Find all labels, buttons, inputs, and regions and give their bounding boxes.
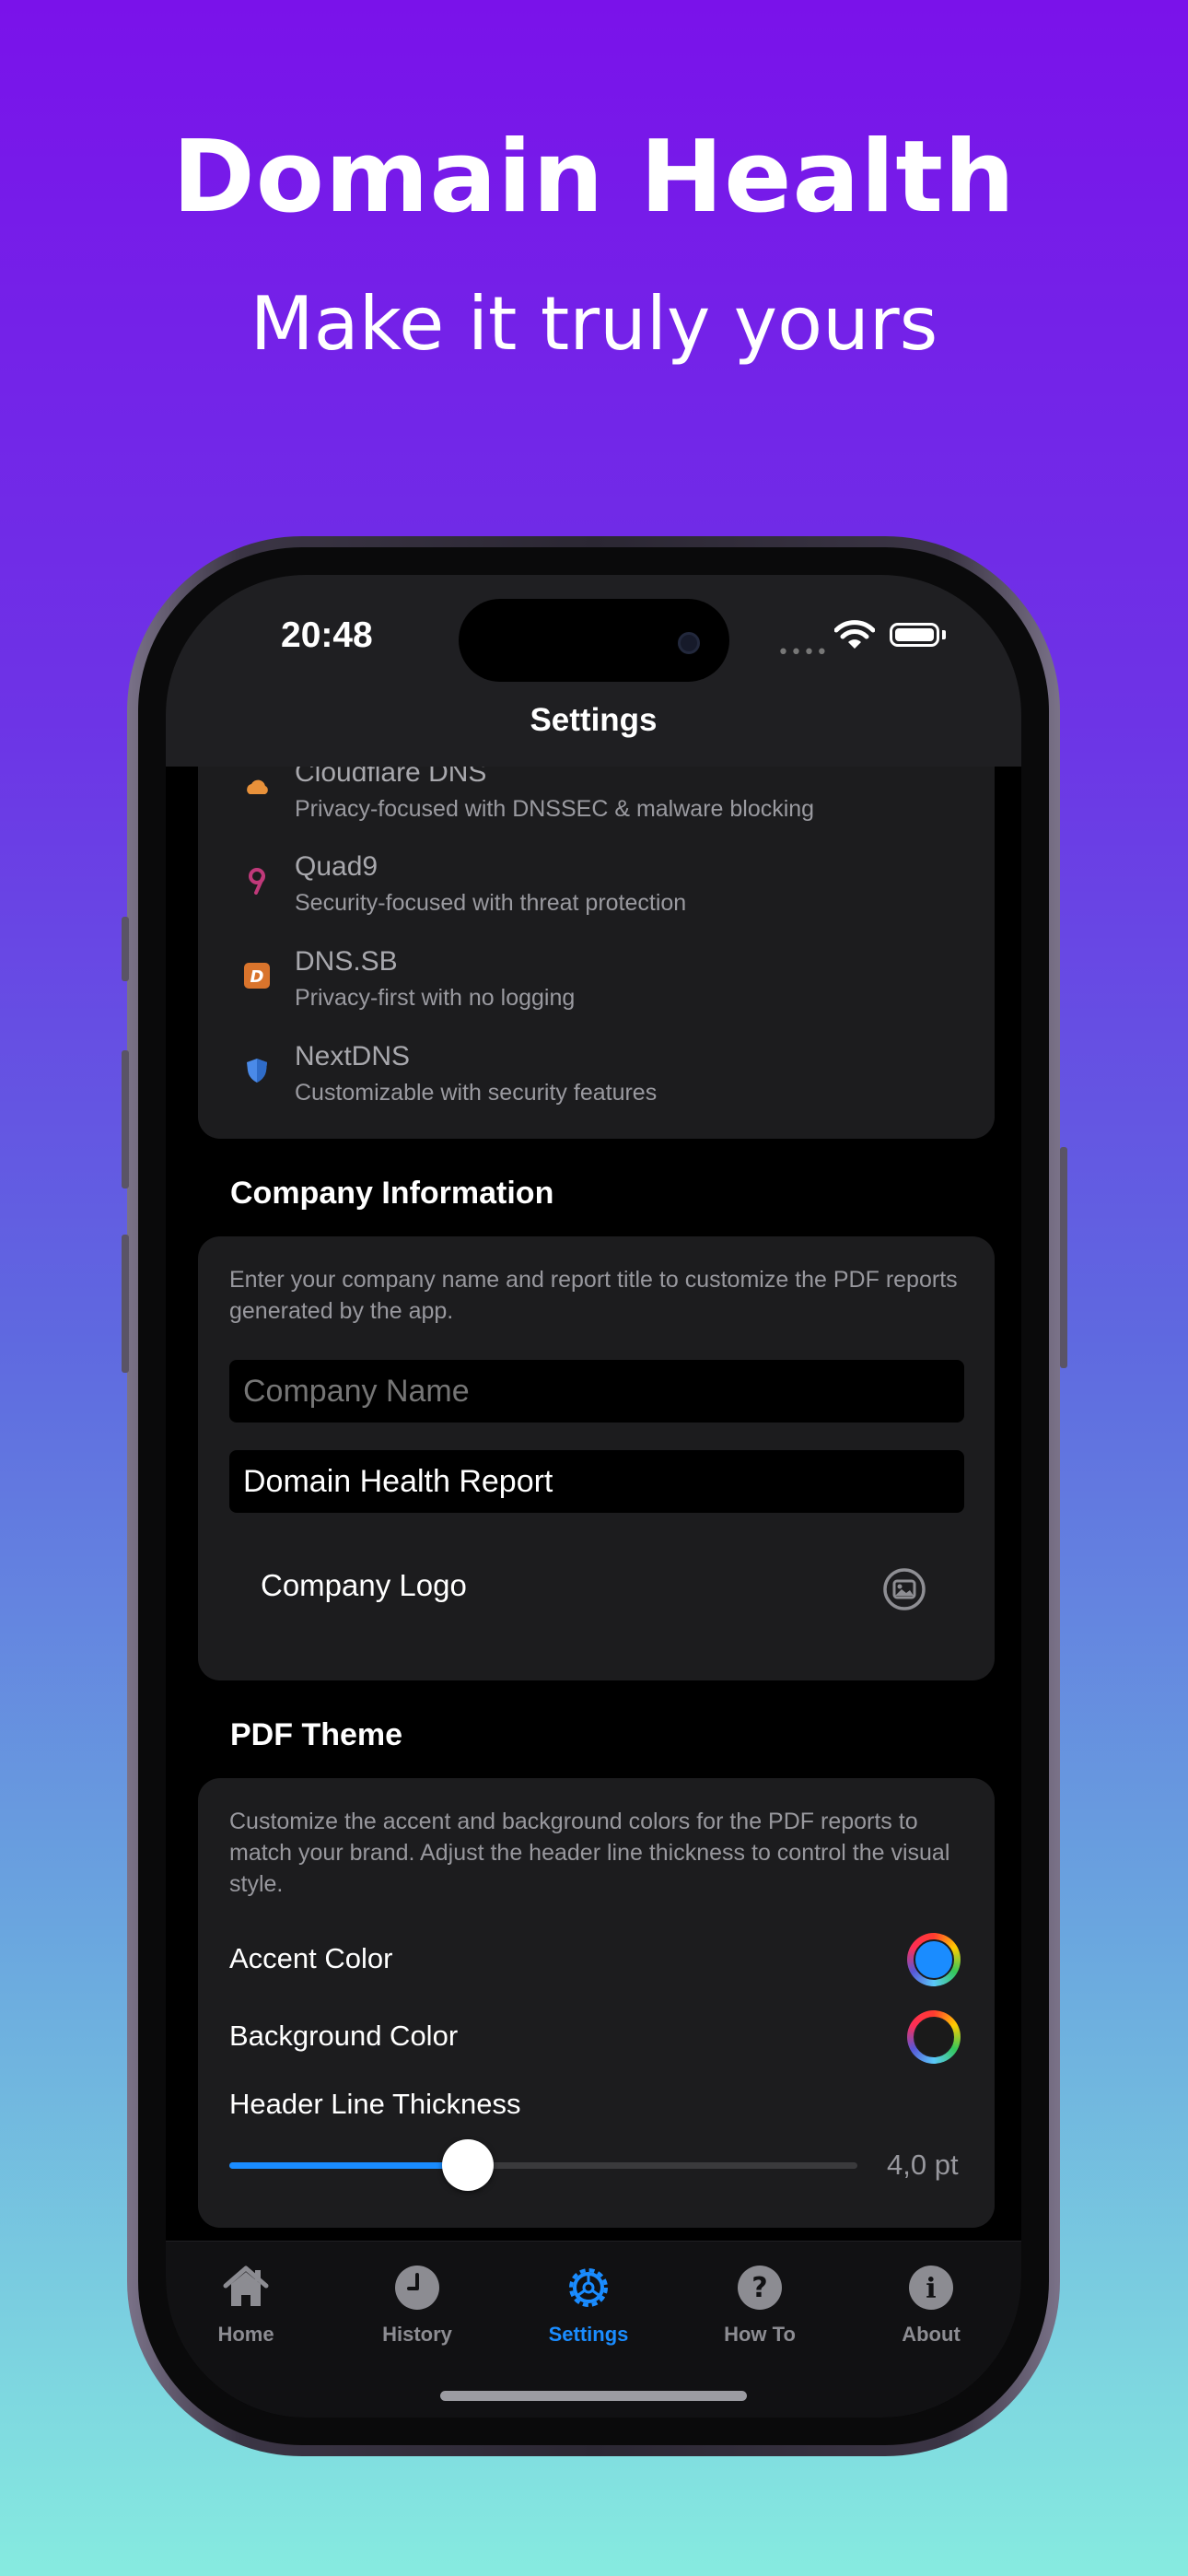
tab-how-to[interactable]: ? How To [691, 2262, 829, 2347]
tab-settings[interactable]: Settings [519, 2262, 658, 2347]
side-button-volume-down [122, 1235, 129, 1373]
status-time: 20:48 [281, 615, 373, 655]
cellular-signal-icon: •••• [777, 641, 829, 664]
dns-provider-name: Quad9 [295, 851, 379, 882]
dns-provider-description: Security-focused with threat protection [295, 890, 687, 916]
promo-subtitle: Make it truly yours [250, 281, 938, 367]
dns-provider-name: NextDNS [295, 1041, 411, 1071]
tab-how-to-label: How To [724, 2323, 796, 2346]
dns-provider-row[interactable]: NextDNS Customizable with security featu… [198, 1041, 995, 1133]
dns-provider-name: DNS.SB [295, 946, 398, 977]
pdf-theme-description: Customize the accent and background colo… [229, 1809, 950, 1897]
dns-provider-description: Customizable with security features [295, 1080, 658, 1106]
info-icon: i [909, 2266, 953, 2310]
home-indicator[interactable] [440, 2391, 747, 2401]
house-icon [223, 2266, 269, 2306]
thickness-slider[interactable] [229, 2139, 857, 2191]
nav-title: Settings [530, 702, 658, 738]
gear-icon [569, 2268, 608, 2307]
background-color-well[interactable] [907, 2010, 961, 2064]
pdf-theme-section-header: PDF Theme [230, 1717, 403, 1752]
accent-color-well[interactable] [907, 1933, 961, 1986]
company-card: Enter your company name and report title… [198, 1236, 995, 1680]
wifi-icon [834, 620, 875, 649]
dns-provider-description: Privacy-focused with DNSSEC & malware bl… [295, 796, 815, 822]
report-title-field[interactable]: Domain Health Report [229, 1450, 964, 1513]
slider-thumb[interactable] [442, 2139, 495, 2191]
tab-home[interactable]: Home [177, 2262, 315, 2347]
side-button-volume-up [122, 1050, 129, 1188]
side-button-mute [122, 917, 129, 981]
question-icon: ? [738, 2266, 782, 2310]
background-color-label: Background Color [229, 2020, 459, 2052]
cloud-icon [244, 774, 270, 800]
tab-bar: Home History Settings ? How To i About [166, 2241, 1021, 2418]
shield-icon [244, 1058, 270, 1083]
tab-about-label: About [902, 2323, 961, 2346]
battery-nub [942, 630, 946, 639]
dns-provider-card: Cloudflare DNS Privacy-focused with DNSS… [198, 722, 995, 1139]
dynamic-island [459, 599, 729, 682]
accent-color-swatch [914, 1939, 954, 1980]
svg-text:i: i [926, 2273, 936, 2305]
tab-home-label: Home [217, 2323, 274, 2346]
company-name-field[interactable] [229, 1360, 964, 1423]
photo-icon[interactable] [881, 1566, 927, 1612]
header-line-thickness-label: Header Line Thickness [229, 2088, 521, 2120]
dns-provider-row[interactable]: Cloudflare DNS Privacy-focused with DNSS… [198, 757, 995, 849]
quad9-icon [244, 868, 270, 895]
company-section-header: Company Information [230, 1176, 554, 1211]
company-logo-row[interactable]: Company Logo [198, 1531, 995, 1642]
tab-settings-label: Settings [548, 2323, 629, 2346]
dns-provider-row[interactable]: D DNS.SB Privacy-first with no logging [198, 946, 995, 1038]
background-color-swatch [914, 2017, 954, 2057]
accent-color-label: Accent Color [229, 1942, 393, 1974]
tab-history-label: History [382, 2323, 452, 2346]
company-logo-label: Company Logo [261, 1568, 467, 1602]
battery-icon [890, 623, 939, 647]
tab-history[interactable]: History [348, 2262, 486, 2347]
navigation-bar: 20:48 •••• Settings [166, 575, 1021, 767]
camera-icon [678, 632, 700, 654]
pdf-theme-card: Customize the accent and background colo… [198, 1778, 995, 2228]
clock-icon [395, 2266, 439, 2310]
dnssb-icon: D [244, 963, 270, 989]
side-button-power [1060, 1147, 1067, 1368]
phone-screen: 20:48 •••• Settings Cloudflare DNS Priva… [166, 575, 1021, 2418]
svg-text:D: D [250, 967, 264, 987]
dns-provider-row[interactable]: Quad9 Security-focused with threat prote… [198, 851, 995, 943]
promo-title: Domain Health [172, 120, 1016, 235]
svg-text:?: ? [751, 2272, 767, 2304]
thickness-value: 4,0 pt [887, 2149, 959, 2181]
tab-about[interactable]: i About [862, 2262, 1000, 2347]
dns-provider-description: Privacy-first with no logging [295, 985, 576, 1011]
company-description: Enter your company name and report title… [229, 1267, 958, 1324]
slider-fill [229, 2162, 469, 2169]
